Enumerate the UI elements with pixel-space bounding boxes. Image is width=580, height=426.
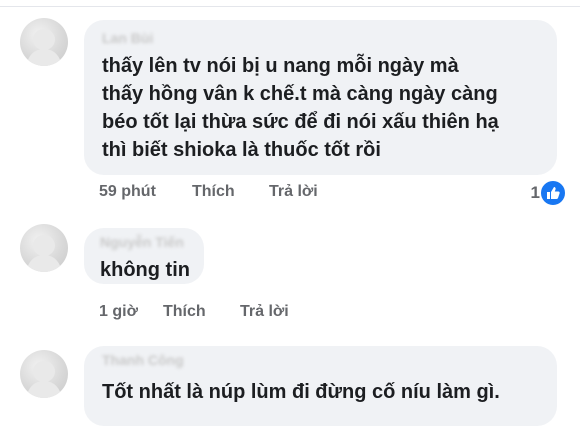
- avatar[interactable]: [20, 224, 68, 272]
- comment-timestamp[interactable]: 1 giờ: [99, 303, 138, 321]
- comment-timestamp[interactable]: 59 phút: [99, 183, 156, 201]
- comment-text: Tốt nhất là núp lùm đi đừng cố níu làm g…: [102, 381, 500, 403]
- comment-3: Thanh Công Tốt nhất là núp lùm đi đừng c…: [0, 330, 580, 426]
- comment-actions: 1 giờ Thích Trả lời: [99, 303, 339, 323]
- reaction-summary[interactable]: 1: [510, 180, 566, 206]
- comment-actions: 59 phút Thích Trả lời: [99, 183, 359, 203]
- comment-text: thấy lên tv nói bị u nang mỗi ngày mà th…: [102, 55, 499, 161]
- avatar[interactable]: [20, 18, 68, 66]
- comment-author[interactable]: Nguyễn Tiến: [100, 234, 184, 250]
- comment-author[interactable]: Lan Bùi: [102, 30, 153, 46]
- comment-bubble: Nguyễn Tiến không tin: [84, 228, 204, 284]
- like-button[interactable]: Thích: [163, 303, 206, 321]
- comment-text: không tin: [100, 259, 190, 281]
- comment-author[interactable]: Thanh Công: [102, 352, 184, 368]
- reply-button[interactable]: Trả lời: [240, 303, 289, 321]
- comment-2: Nguyễn Tiến không tin 1 giờ Thích Trả lờ…: [0, 220, 580, 330]
- reaction-count: 1: [530, 183, 540, 202]
- avatar[interactable]: [20, 350, 68, 398]
- reply-button[interactable]: Trả lời: [269, 183, 318, 201]
- comment-bubble: Lan Bùi thấy lên tv nói bị u nang mỗi ng…: [84, 20, 557, 175]
- comment-bubble: Thanh Công Tốt nhất là núp lùm đi đừng c…: [84, 346, 557, 426]
- comment-1: Lan Bùi thấy lên tv nói bị u nang mỗi ng…: [0, 0, 580, 220]
- like-button[interactable]: Thích: [192, 183, 235, 201]
- like-icon: [540, 180, 566, 206]
